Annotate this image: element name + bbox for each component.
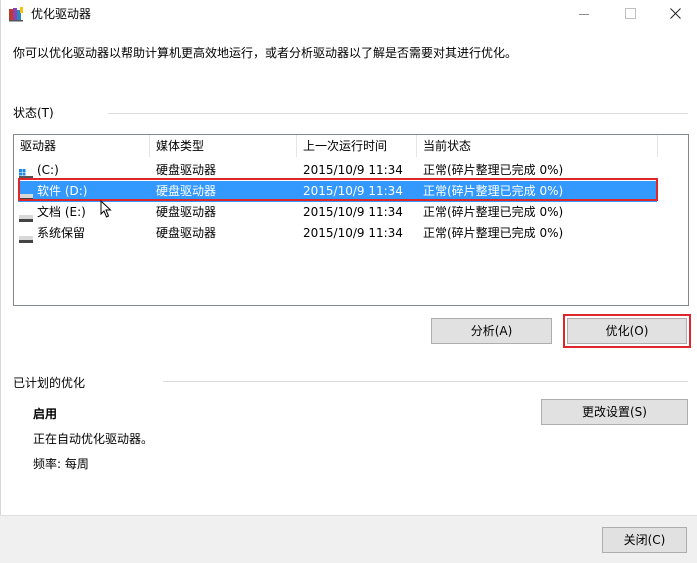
column-header-current-status[interactable]: 当前状态	[417, 135, 658, 157]
analyze-button[interactable]: 分析(A)	[431, 318, 552, 344]
schedule-state: 启用	[33, 407, 58, 421]
maximize-button[interactable]	[607, 0, 653, 28]
last-run-time: 2015/10/9 11:34	[303, 226, 403, 240]
column-header-drive[interactable]: 驱动器	[14, 135, 150, 157]
hard-drive-icon	[19, 229, 33, 243]
drive-row-e[interactable]: 文档 (E:) 硬盘驱动器 2015/10/9 11:34 正常(碎片整理已完成…	[14, 202, 688, 223]
windows-drive-icon	[19, 165, 33, 179]
optimize-button[interactable]: 优化(O)	[563, 314, 691, 348]
hard-drive-icon	[19, 208, 33, 222]
minimize-button[interactable]	[561, 0, 607, 28]
drive-list-header: 驱动器 媒体类型 上一次运行时间 当前状态	[14, 135, 688, 157]
window-title: 优化驱动器	[31, 7, 92, 21]
close-window-button[interactable]	[653, 0, 697, 28]
selected-row-highlight	[18, 178, 658, 201]
schedule-description: 正在自动优化驱动器。	[33, 432, 154, 446]
media-type: 硬盘驱动器	[156, 226, 217, 240]
minimize-icon	[579, 14, 589, 15]
mouse-cursor-icon	[100, 200, 112, 218]
scheduled-group-label: 已计划的优化	[13, 376, 86, 390]
schedule-frequency: 频率: 每周	[33, 457, 89, 471]
current-status: 正常(碎片整理已完成 0%)	[423, 205, 564, 219]
drive-name: 文档 (E:)	[37, 205, 86, 219]
scheduled-group-divider	[163, 381, 688, 382]
media-type: 硬盘驱动器	[156, 205, 217, 219]
maximize-icon	[625, 8, 636, 19]
drive-name: 系统保留	[37, 226, 86, 240]
column-header-last-run[interactable]: 上一次运行时间	[297, 135, 417, 157]
intro-text: 你可以优化驱动器以帮助计算机更高效地运行，或者分析驱动器以了解是否需要对其进行优…	[13, 46, 518, 60]
drive-row-system-reserved[interactable]: 系统保留 硬盘驱动器 2015/10/9 11:34 正常(碎片整理已完成 0%…	[14, 223, 688, 244]
close-button[interactable]: 关闭(C)	[602, 527, 687, 553]
defrag-app-icon	[8, 6, 24, 22]
change-settings-button[interactable]: 更改设置(S)	[541, 399, 688, 425]
dialog-footer: 关闭(C)	[0, 515, 697, 563]
status-group-label: 状态(T)	[13, 106, 54, 120]
title-bar[interactable]: 优化驱动器	[0, 0, 697, 28]
current-status: 正常(碎片整理已完成 0%)	[423, 226, 564, 240]
close-icon	[670, 8, 681, 19]
last-run-time: 2015/10/9 11:34	[303, 205, 403, 219]
window-border	[0, 0, 1, 563]
column-header-media-type[interactable]: 媒体类型	[150, 135, 297, 157]
drive-list[interactable]: 驱动器 媒体类型 上一次运行时间 当前状态 (C:) 硬盘驱动器 2015/10…	[13, 134, 689, 306]
status-group-divider	[108, 113, 688, 114]
